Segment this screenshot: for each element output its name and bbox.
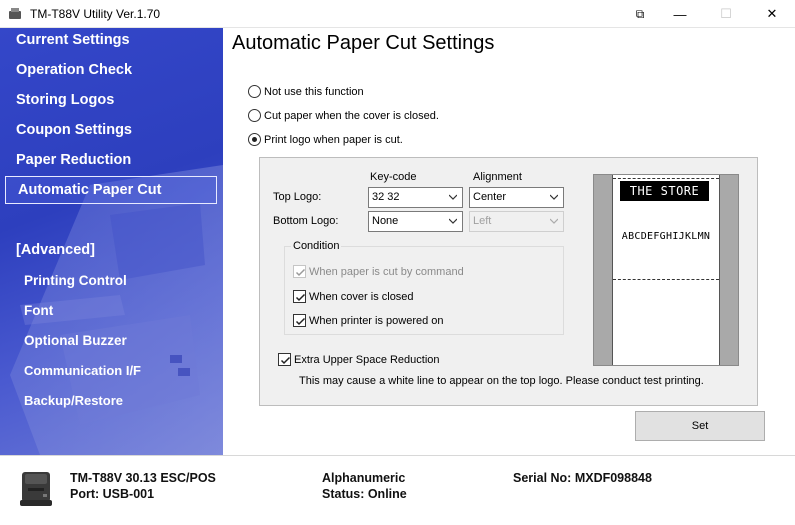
check-icon xyxy=(280,356,291,365)
condition-title: Condition xyxy=(291,240,342,252)
printer-app-icon xyxy=(8,7,22,21)
printer-icon xyxy=(20,472,52,506)
sidebar-advanced-header: [Advanced] xyxy=(16,242,95,258)
check-icon xyxy=(295,317,306,326)
top-logo-keycode-select[interactable]: 32 32 xyxy=(368,187,463,208)
window-title: TM-T88V Utility Ver.1.70 xyxy=(30,6,161,21)
chevron-down-icon xyxy=(449,194,457,200)
top-logo-label: Top Logo: xyxy=(273,191,322,203)
condition-cut-by-command: When paper is cut by command xyxy=(293,265,464,278)
option-cut-on-cover-close[interactable]: Cut paper when the cover is closed. xyxy=(248,109,439,122)
receipt-preview: THE STORE ABCDEFGHIJKLMN xyxy=(593,174,739,366)
sidebar-item-storing-logos[interactable]: Storing Logos xyxy=(16,92,114,108)
sidebar-item-label: Automatic Paper Cut xyxy=(18,182,162,198)
option-print-logo-on-cut[interactable]: Print logo when paper is cut. xyxy=(248,133,403,146)
condition-label: When paper is cut by command xyxy=(309,265,464,278)
printer-port: Port: USB-001 xyxy=(70,487,155,501)
sidebar-item-paper-reduction[interactable]: Paper Reduction xyxy=(16,152,131,168)
bottom-logo-alignment-select: Left xyxy=(469,211,564,232)
sidebar-item-backup-restore[interactable]: Backup/Restore xyxy=(24,393,123,408)
bottom-logo-alignment-value: Left xyxy=(473,215,492,227)
sidebar-item-communication-if[interactable]: Communication I/F xyxy=(24,363,141,378)
check-icon xyxy=(295,293,306,302)
extra-space-label: Extra Upper Space Reduction xyxy=(294,353,440,366)
chevron-down-icon xyxy=(550,194,558,200)
checkbox-checked[interactable] xyxy=(278,353,291,366)
extra-space-note: This may cause a white line to appear on… xyxy=(299,375,704,387)
printer-status: Status: Online xyxy=(322,487,407,501)
checkbox-checked[interactable] xyxy=(293,314,306,327)
radio-button-selected[interactable] xyxy=(248,133,261,146)
printer-charset: Alphanumeric xyxy=(322,471,406,485)
option-label: Cut paper when the cover is closed. xyxy=(264,109,439,122)
sidebar-item-operation-check[interactable]: Operation Check xyxy=(16,62,132,78)
maximize-button: ☐ xyxy=(720,6,732,21)
window-controls: ⧉ — ☐ ✕ xyxy=(623,0,795,28)
close-button[interactable]: ✕ xyxy=(749,0,795,28)
sidebar-item-automatic-paper-cut[interactable]: Automatic Paper Cut xyxy=(5,176,217,204)
extra-upper-space-reduction[interactable]: Extra Upper Space Reduction xyxy=(278,353,440,366)
top-logo-keycode-value: 32 32 xyxy=(372,191,400,203)
sidebar-item-font[interactable]: Font xyxy=(24,303,53,318)
restore-window-icon[interactable]: ⧉ xyxy=(623,0,657,28)
minimize-button[interactable]: — xyxy=(657,0,703,28)
checkbox-checked[interactable] xyxy=(293,290,306,303)
condition-cover-closed[interactable]: When cover is closed xyxy=(293,290,414,303)
check-icon xyxy=(295,268,306,277)
radio-button[interactable] xyxy=(248,85,261,98)
option-not-use[interactable]: Not use this function xyxy=(248,85,364,98)
top-logo-alignment-select[interactable]: Center xyxy=(469,187,564,208)
page-title: Automatic Paper Cut Settings xyxy=(232,32,495,54)
sidebar-item-optional-buzzer[interactable]: Optional Buzzer xyxy=(24,333,127,348)
printer-model: TM-T88V 30.13 ESC/POS xyxy=(70,471,216,485)
sidebar-item-coupon-settings[interactable]: Coupon Settings xyxy=(16,122,132,138)
set-button[interactable]: Set xyxy=(635,411,765,441)
sidebar-item-printing-control[interactable]: Printing Control xyxy=(24,273,127,288)
option-label: Print logo when paper is cut. xyxy=(264,133,403,146)
sidebar-item-current-settings[interactable]: Current Settings xyxy=(16,32,130,48)
title-bar: TM-T88V Utility Ver.1.70 ⧉ — ☐ ✕ xyxy=(0,0,795,28)
bottom-logo-keycode-value: None xyxy=(372,215,399,227)
preview-logo: THE STORE xyxy=(620,181,709,201)
status-footer: TM-T88V 30.13 ESC/POS Port: USB-001 Alph… xyxy=(0,455,795,525)
chevron-down-icon xyxy=(449,218,457,224)
option-label: Not use this function xyxy=(264,85,364,98)
condition-label: When cover is closed xyxy=(309,290,414,303)
keycode-header: Key-code xyxy=(370,171,417,183)
sidebar-nav: Current Settings Operation Check Storing… xyxy=(0,28,223,455)
condition-label: When printer is powered on xyxy=(309,314,444,327)
receipt-paper: THE STORE ABCDEFGHIJKLMN xyxy=(612,175,720,365)
checkbox-checked-disabled xyxy=(293,265,306,278)
bottom-logo-keycode-select[interactable]: None xyxy=(368,211,463,232)
printer-serial: Serial No: MXDF098848 xyxy=(513,471,652,485)
cut-line-top xyxy=(613,178,719,179)
logo-settings-group: Key-code Alignment Top Logo: 32 32 Cente… xyxy=(259,157,758,406)
chevron-down-icon xyxy=(550,218,558,224)
radio-button[interactable] xyxy=(248,109,261,122)
condition-group: Condition When paper is cut by command W… xyxy=(284,240,564,335)
bottom-logo-label: Bottom Logo: xyxy=(273,215,339,227)
alignment-header: Alignment xyxy=(473,171,522,183)
top-logo-alignment-value: Center xyxy=(473,191,507,203)
preview-body-text: ABCDEFGHIJKLMN xyxy=(621,231,711,242)
main-panel: Automatic Paper Cut Settings Not use thi… xyxy=(223,28,795,455)
cut-line-bottom xyxy=(613,279,719,280)
condition-powered-on[interactable]: When printer is powered on xyxy=(293,314,444,327)
